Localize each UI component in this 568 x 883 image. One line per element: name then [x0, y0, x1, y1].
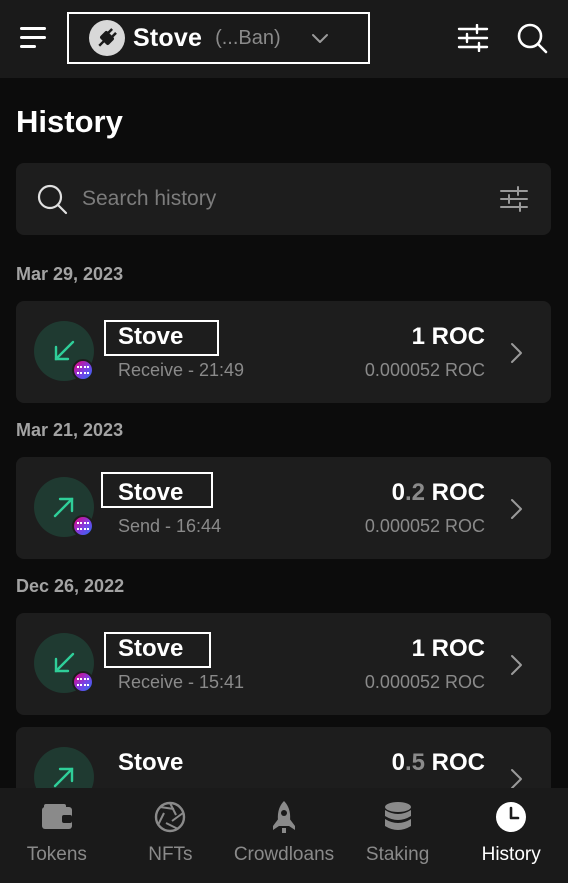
bottom-navigation: Tokens NFTs Crowdloans Staking History: [0, 788, 568, 883]
nav-label: History: [481, 844, 541, 865]
account-name: Stove: [133, 23, 203, 52]
search-history-input[interactable]: Search history: [16, 163, 551, 235]
search-icon: [37, 184, 68, 215]
nav-staking[interactable]: Staking: [341, 788, 455, 883]
date-label: Mar 29, 2023: [16, 264, 124, 284]
clock-icon: [495, 800, 527, 834]
wallet-icon: [41, 800, 73, 834]
transaction-fee: 0.000052 ROC: [364, 360, 485, 380]
transaction-item[interactable]: Stove Send - 16:44 0.2 ROC 0.000052 ROC: [16, 457, 551, 559]
nav-history[interactable]: History: [454, 788, 568, 883]
transaction-fee: 0.000052 ROC: [364, 516, 485, 536]
transaction-fee: 0.000052 ROC: [364, 672, 485, 692]
chevron-right-icon: [511, 499, 522, 519]
chevron-right-icon: [511, 343, 522, 363]
rocket-icon: [269, 800, 299, 834]
database-icon: [383, 800, 413, 834]
transaction-name: Stove: [118, 479, 184, 506]
network-badge-icon: [72, 359, 94, 381]
page-title: History: [16, 104, 123, 139]
plug-icon: [89, 20, 125, 56]
nav-label: Tokens: [26, 844, 87, 865]
transaction-subtitle: Send - 16:44: [118, 516, 222, 536]
transaction-name: Stove: [118, 635, 184, 662]
date-label: Mar 21, 2023: [16, 420, 124, 440]
date-label: Dec 26, 2022: [16, 576, 125, 596]
transaction-amount: 0.5 ROC: [391, 749, 485, 776]
aperture-icon: [154, 800, 186, 834]
nav-tokens[interactable]: Tokens: [0, 788, 114, 883]
transaction-name: Stove: [118, 323, 184, 350]
transaction-item[interactable]: Stove Receive - 21:49 1 ROC 0.000052 ROC: [16, 301, 551, 403]
filter-icon[interactable]: [499, 186, 529, 212]
transaction-subtitle: Receive - 21:49: [118, 360, 245, 380]
nav-label: Staking: [365, 844, 430, 865]
chevron-down-icon: [312, 34, 328, 43]
transaction-name: Stove: [118, 749, 184, 776]
search-placeholder: Search history: [82, 187, 217, 210]
top-bar: Stove (...Ban): [0, 0, 568, 78]
transaction-subtitle: Receive - 15:41: [118, 672, 245, 692]
nav-label: Crowdloans: [233, 844, 335, 865]
nav-nfts[interactable]: NFTs: [114, 788, 228, 883]
transaction-amount: 0.2 ROC: [391, 479, 485, 506]
nav-label: NFTs: [148, 844, 193, 865]
filter-icon[interactable]: [457, 24, 489, 52]
account-address: (...Ban): [215, 26, 281, 49]
menu-icon[interactable]: [18, 24, 50, 52]
chevron-right-icon: [511, 655, 522, 675]
nav-crowdloans[interactable]: Crowdloans: [227, 788, 341, 883]
network-badge-icon: [72, 515, 94, 537]
network-badge-icon: [72, 671, 94, 693]
transaction-amount: 1 ROC: [411, 323, 485, 350]
account-selector[interactable]: Stove (...Ban): [67, 12, 370, 64]
search-icon[interactable]: [515, 21, 549, 55]
transaction-amount: 1 ROC: [411, 635, 485, 662]
transaction-item[interactable]: Stove Receive - 15:41 1 ROC 0.000052 ROC: [16, 613, 551, 715]
